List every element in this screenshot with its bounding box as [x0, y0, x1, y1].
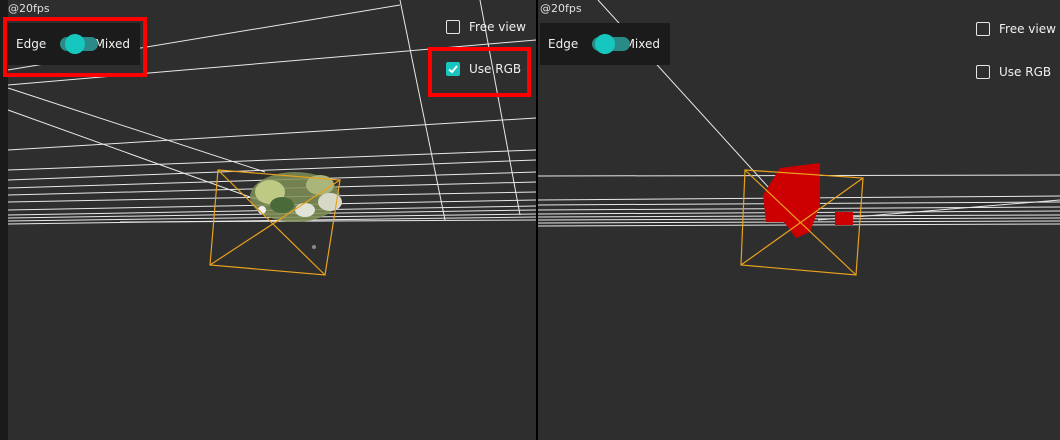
free-view-checkbox[interactable]: Free view: [976, 22, 1056, 36]
toggle-label-edge: Edge: [548, 37, 579, 51]
fps-readout: @20fps: [540, 2, 582, 15]
checkbox-box[interactable]: [446, 20, 460, 34]
free-view-checkbox[interactable]: Free view: [446, 20, 526, 34]
edge-mixed-toggle[interactable]: Edge Mixed: [8, 23, 140, 65]
toggle-label-mixed: Mixed: [94, 37, 130, 51]
switch-knob: [594, 34, 615, 54]
checkbox-box[interactable]: [976, 65, 990, 79]
checkbox-box[interactable]: [446, 62, 460, 76]
point-cloud: [250, 172, 342, 249]
free-view-label: Free view: [999, 22, 1056, 36]
toggle-label-edge: Edge: [16, 37, 47, 51]
mode-switch[interactable]: [592, 34, 631, 54]
viewport-right[interactable]: @20fps Edge Mixed Free view Use RGB: [538, 0, 1060, 440]
viewport-left[interactable]: @20fps Edge Mixed Free view Use RGB: [0, 0, 536, 440]
switch-knob: [64, 34, 85, 54]
checkmark-icon: [448, 65, 458, 74]
fps-readout: @20fps: [8, 2, 50, 15]
use-rgb-label: Use RGB: [999, 65, 1052, 79]
edge-mixed-toggle[interactable]: Edge Mixed: [540, 23, 670, 65]
mode-switch[interactable]: [60, 34, 99, 54]
use-rgb-checkbox[interactable]: Use RGB: [976, 65, 1051, 79]
use-rgb-checkbox[interactable]: Use RGB: [446, 62, 521, 76]
use-rgb-label: Use RGB: [469, 62, 522, 76]
checkbox-box[interactable]: [976, 22, 990, 36]
free-view-label: Free view: [469, 20, 526, 34]
